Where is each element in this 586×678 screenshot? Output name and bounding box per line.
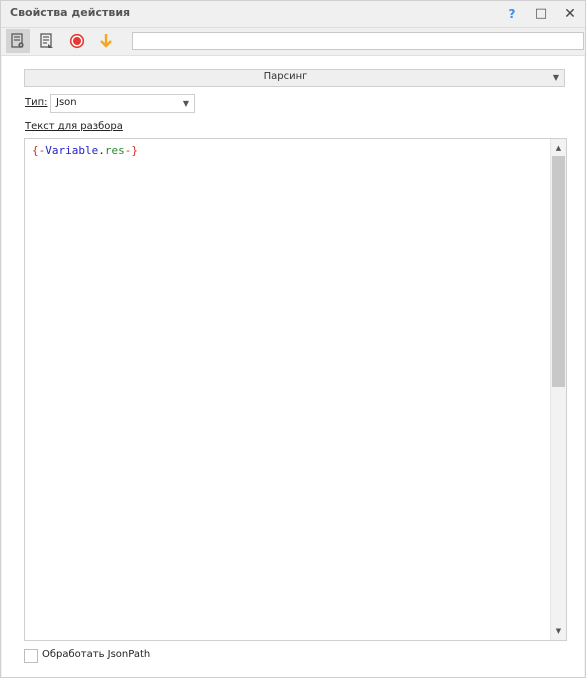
arrow-down-icon <box>100 34 112 48</box>
action-properties-panel: Свойства действия ? □ ✕ Парсинг ▼ Тип: J… <box>0 0 586 678</box>
record-icon <box>69 33 85 49</box>
code-dot: . <box>98 144 105 157</box>
action-type-dropdown[interactable]: Парсинг ▼ <box>24 69 565 87</box>
type-label: Тип: <box>25 97 48 108</box>
text-to-parse-label: Текст для разбора <box>25 121 123 132</box>
close-button[interactable]: ✕ <box>561 5 579 23</box>
code-line: {-Variable.res-} <box>32 144 138 157</box>
code-open-brace: {- <box>32 144 46 157</box>
toolbar <box>1 28 585 56</box>
description-button[interactable] <box>35 29 59 53</box>
type-value: Json <box>56 97 77 108</box>
code-variable-name: res <box>104 144 125 157</box>
title-bar: Свойства действия ? □ ✕ <box>1 1 585 28</box>
action-type-value: Парсинг <box>263 71 308 82</box>
text-to-parse-editor[interactable]: {-Variable.res-} ▲ ▼ <box>24 138 567 641</box>
type-select[interactable]: Json ▼ <box>50 94 195 113</box>
chevron-down-icon: ▼ <box>182 99 189 108</box>
vertical-scrollbar[interactable]: ▲ ▼ <box>550 139 566 640</box>
record-button[interactable] <box>65 29 89 53</box>
process-jsonpath-label: Обработать JsonPath <box>42 649 151 660</box>
code-variable-keyword: Variable <box>45 144 99 157</box>
description-icon <box>40 33 53 48</box>
step-down-button[interactable] <box>94 29 118 53</box>
window-title: Свойства действия <box>10 6 131 19</box>
code-close-brace: -} <box>124 144 138 157</box>
properties-icon <box>11 33 24 48</box>
scroll-down-arrow[interactable]: ▼ <box>551 624 566 638</box>
scroll-up-arrow[interactable]: ▲ <box>551 141 566 155</box>
scrollbar-thumb[interactable] <box>552 156 565 387</box>
content-area: Парсинг ▼ Тип: Json ▼ Текст для разбора … <box>2 56 584 677</box>
help-button[interactable]: ? <box>503 5 521 23</box>
action-name-input[interactable] <box>132 32 584 50</box>
maximize-button[interactable]: □ <box>532 5 550 23</box>
properties-button[interactable] <box>6 29 30 53</box>
process-jsonpath-checkbox[interactable] <box>24 649 38 663</box>
chevron-down-icon: ▼ <box>552 73 559 82</box>
